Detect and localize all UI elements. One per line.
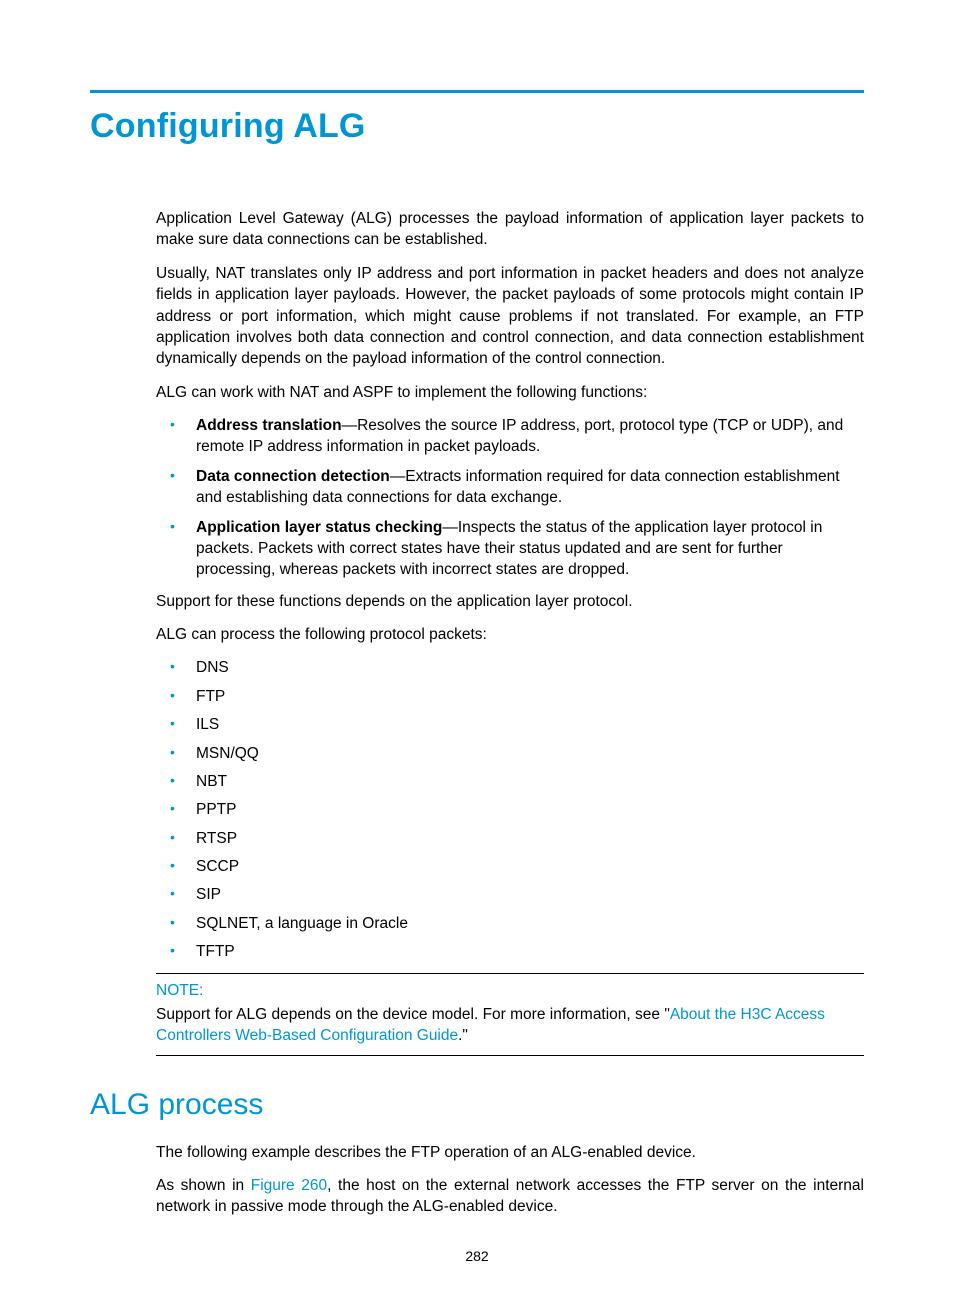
support-paragraph: Support for these functions depends on t… <box>156 591 864 612</box>
list-item: FTP <box>156 686 864 707</box>
protocol-name: FTP <box>196 688 225 705</box>
term: Address translation <box>196 417 342 434</box>
functions-list: Address translation—Resolves the source … <box>156 415 864 581</box>
protocol-name: TFTP <box>196 943 235 960</box>
protocol-name: SQLNET, a language in Oracle <box>196 915 408 932</box>
intro-paragraph-3: ALG can work with NAT and ASPF to implem… <box>156 382 864 403</box>
term: Data connection detection <box>196 468 390 485</box>
page-title: Configuring ALG <box>90 107 864 146</box>
list-item: TFTP <box>156 941 864 962</box>
note-text: Support for ALG depends on the device mo… <box>156 1004 864 1047</box>
list-item: SCCP <box>156 856 864 877</box>
term: Application layer status checking <box>196 519 442 536</box>
list-item: Data connection detection—Extracts infor… <box>156 466 864 509</box>
process-paragraph-2: As shown in Figure 260, the host on the … <box>156 1175 864 1218</box>
list-item: Address translation—Resolves the source … <box>156 415 864 458</box>
title-rule <box>90 90 864 93</box>
note-label: NOTE: <box>156 980 864 1001</box>
process-body: The following example describes the FTP … <box>156 1142 864 1218</box>
intro-paragraph-2: Usually, NAT translates only IP address … <box>156 263 864 370</box>
list-item: RTSP <box>156 828 864 849</box>
protocols-list: DNS FTP ILS MSN/QQ NBT PPTP RTSP SCCP SI… <box>156 657 864 962</box>
process-p2-pre: As shown in <box>156 1177 251 1194</box>
list-item: PPTP <box>156 799 864 820</box>
figure-link[interactable]: Figure 260 <box>251 1177 327 1194</box>
list-item: Application layer status checking—Inspec… <box>156 517 864 581</box>
list-item: DNS <box>156 657 864 678</box>
list-item: SQLNET, a language in Oracle <box>156 913 864 934</box>
protocol-name: RTSP <box>196 830 237 847</box>
list-item: SIP <box>156 884 864 905</box>
intro-paragraph-1: Application Level Gateway (ALG) processe… <box>156 208 864 251</box>
protocol-name: SCCP <box>196 858 239 875</box>
section-heading: ALG process <box>90 1088 864 1122</box>
list-item: NBT <box>156 771 864 792</box>
page-number: 282 <box>90 1248 864 1264</box>
note-text-pre: Support for ALG depends on the device mo… <box>156 1006 670 1023</box>
list-item: ILS <box>156 714 864 735</box>
note-text-post: ." <box>458 1027 468 1044</box>
protocol-name: NBT <box>196 773 227 790</box>
protocols-intro: ALG can process the following protocol p… <box>156 624 864 645</box>
document-page: Configuring ALG Application Level Gatewa… <box>0 0 954 1304</box>
protocol-name: DNS <box>196 659 229 676</box>
protocol-name: SIP <box>196 886 221 903</box>
body-content: Application Level Gateway (ALG) processe… <box>156 208 864 1056</box>
protocol-name: ILS <box>196 716 219 733</box>
note-box: NOTE: Support for ALG depends on the dev… <box>156 973 864 1056</box>
list-item: MSN/QQ <box>156 743 864 764</box>
process-paragraph-1: The following example describes the FTP … <box>156 1142 864 1163</box>
protocol-name: PPTP <box>196 801 236 818</box>
protocol-name: MSN/QQ <box>196 745 259 762</box>
